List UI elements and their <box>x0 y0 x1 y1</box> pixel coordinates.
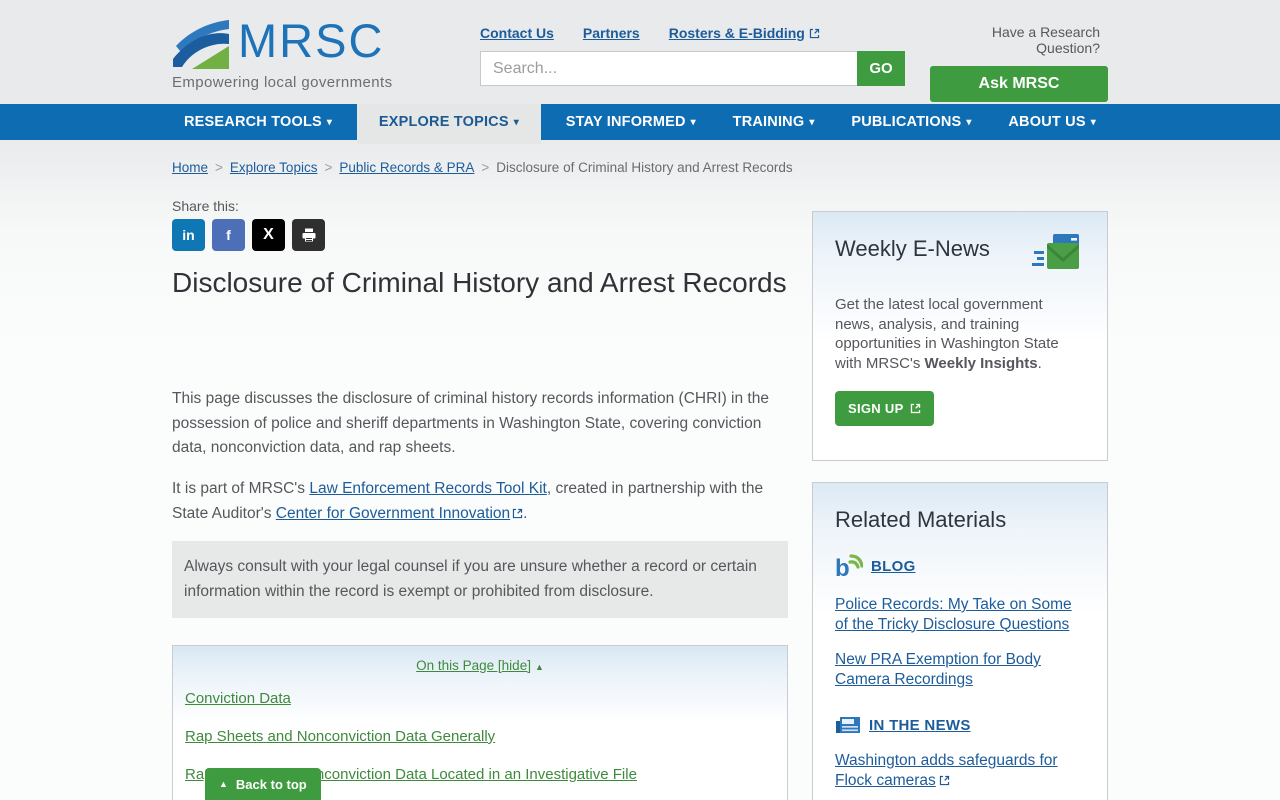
partners-link[interactable]: Partners <box>583 25 640 41</box>
nav-stay-informed[interactable]: STAY INFORMED ▾ <box>554 104 708 140</box>
toolkit-text: It is part of MRSC's <box>172 480 310 497</box>
breadcrumb-current: Disclosure of Criminal History and Arres… <box>496 160 793 175</box>
ask-mrsc-button[interactable]: Ask MRSC <box>930 66 1108 102</box>
email-icon <box>1032 234 1079 269</box>
site-search: GO <box>480 51 905 86</box>
facebook-icon: f <box>226 227 231 243</box>
related-blog-link-pra-exemption[interactable]: New PRA Exemption for Body Camera Record… <box>835 650 1085 689</box>
mrsc-logo[interactable]: MRSC Empowering local governments <box>172 13 392 91</box>
in-the-news-link[interactable]: IN THE NEWS <box>869 717 971 734</box>
toolkit-paragraph: It is part of MRSC's Law Enforcement Rec… <box>172 476 794 526</box>
nav-stay-informed-label: STAY INFORMED <box>565 114 686 130</box>
research-question-text: Have a Research Question? <box>991 24 1100 56</box>
caret-up-icon: ▲ <box>534 662 544 672</box>
linkedin-icon: in <box>182 227 195 243</box>
nav-training-label: TRAINING <box>732 114 805 130</box>
page-title: Disclosure of Criminal History and Arres… <box>172 267 787 298</box>
breadcrumb-explore-topics[interactable]: Explore Topics <box>230 160 318 175</box>
search-input[interactable] <box>480 51 857 86</box>
news-category-row: IN THE NEWS <box>835 715 1085 735</box>
partners-label: Partners <box>582 25 640 41</box>
external-link-icon <box>513 508 523 519</box>
news-link-flock-cameras[interactable]: Washington adds safeguards for Flock cam… <box>835 751 1085 790</box>
main-nav: RESEARCH TOOLS ▾ EXPLORE TOPICS ▾ STAY INF… <box>0 104 1280 144</box>
caret-up-icon: ▲ <box>219 779 228 789</box>
enews-title: Weekly E-News <box>835 236 990 261</box>
nav-publications[interactable]: PUBLICATIONS ▾ <box>839 104 983 140</box>
share-label: Share this: <box>172 198 239 214</box>
caret-down-icon: ▾ <box>809 117 815 128</box>
main-content: Home > Explore Topics > Public Records & PRA… <box>0 140 1280 800</box>
related-blog-link-police-records[interactable]: Police Records: My Take on Some of the T… <box>835 595 1085 634</box>
blog-link[interactable]: BLOG <box>871 558 916 575</box>
weekly-insights-name: Weekly Insights <box>924 354 1038 372</box>
related-materials-title: Related Materials <box>835 507 1007 532</box>
breadcrumb-home[interactable]: Home <box>172 160 208 175</box>
caret-down-icon: ▾ <box>690 117 696 128</box>
share-facebook-button[interactable]: f <box>212 219 245 251</box>
caret-down-icon: ▾ <box>966 117 972 128</box>
law-enforcement-toolkit-link[interactable]: Law Enforcement Records Tool Kit <box>309 480 547 497</box>
related-materials-box: Related Materials b BLOG Police Records:… <box>812 482 1108 800</box>
back-to-top-label: Back to top <box>235 776 307 792</box>
share-linkedin-button[interactable]: in <box>172 219 205 251</box>
nav-about-us-label: ABOUT US <box>1008 114 1086 130</box>
toc-hide-link[interactable]: On this Page [hide] <box>416 658 531 673</box>
mrsc-logo-icon <box>173 20 229 69</box>
toc-header: On this Page [hide] ▲ <box>185 658 775 673</box>
nav-training[interactable]: TRAINING ▾ <box>721 104 827 140</box>
breadcrumb-separator: > <box>215 160 223 175</box>
toc-link-rap-sheets-generally[interactable]: Rap Sheets and Nonconviction Data Genera… <box>185 728 495 745</box>
external-link-icon <box>939 775 949 785</box>
nav-explore-topics[interactable]: EXPLORE TOPICS ▾ <box>356 104 541 144</box>
legal-counsel-callout: Always consult with your legal counsel i… <box>172 541 788 618</box>
caret-down-icon: ▾ <box>326 117 333 128</box>
rosters-label: Rosters & E-Bidding <box>668 25 805 41</box>
search-go-button[interactable]: GO <box>857 51 905 86</box>
sign-up-button[interactable]: SIGN UP <box>835 391 934 426</box>
x-icon: X <box>263 226 274 243</box>
weekly-enews-box: Weekly E-News Get the latest local gover… <box>812 211 1108 461</box>
nav-research-tools-label: RESEARCH TOOLS <box>184 114 322 130</box>
rosters-ebidding-link[interactable]: Rosters & E-Bidding <box>669 25 820 41</box>
page: MRSC Empowering local governments Contac… <box>0 0 1280 800</box>
center-government-innovation-link[interactable]: Center for Government Innovation <box>276 505 510 522</box>
breadcrumb-separator: > <box>324 160 333 175</box>
utility-nav: Contact Us Partners Rosters & E-Bidding <box>480 25 820 41</box>
contact-us-link[interactable]: Contact Us <box>480 25 554 41</box>
back-to-top-button[interactable]: ▲ Back to top <box>205 768 321 800</box>
enews-text: . <box>1037 354 1042 372</box>
contact-us-label: Contact Us <box>480 25 554 41</box>
breadcrumb: Home > Explore Topics > Public Records & PRA… <box>172 160 793 175</box>
print-icon <box>302 228 315 242</box>
nav-publications-label: PUBLICATIONS <box>851 114 962 130</box>
enews-description: Get the latest local government news, an… <box>835 295 1085 373</box>
blog-icon: b <box>835 554 863 579</box>
svg-text:b: b <box>835 555 850 579</box>
external-link-icon <box>809 28 819 38</box>
toolkit-text: . <box>523 505 528 522</box>
caret-down-icon: ▾ <box>1090 117 1096 128</box>
nav-about-us[interactable]: ABOUT US ▾ <box>996 104 1108 140</box>
site-header: MRSC Empowering local governments Contac… <box>0 0 1280 104</box>
sign-up-label: SIGN UP <box>848 401 904 416</box>
toc-link-conviction-data[interactable]: Conviction Data <box>185 690 291 707</box>
share-buttons: in f X <box>172 219 325 251</box>
news-icon <box>836 717 860 733</box>
brand-name: MRSC <box>238 14 385 67</box>
blog-category-row: b BLOG <box>835 553 1085 579</box>
caret-down-icon: ▾ <box>513 117 519 128</box>
breadcrumb-public-records[interactable]: Public Records & PRA <box>339 160 474 175</box>
breadcrumb-separator: > <box>481 160 490 175</box>
nav-explore-topics-label: EXPLORE TOPICS <box>378 114 509 130</box>
brand-tagline: Empowering local governments <box>172 74 393 91</box>
ask-mrsc-block: Have a Research Question? Ask MRSC <box>930 24 1108 102</box>
nav-research-tools[interactable]: RESEARCH TOOLS ▾ <box>172 104 344 140</box>
share-x-button[interactable]: X <box>252 219 285 251</box>
share-print-button[interactable] <box>292 219 325 251</box>
external-link-icon <box>910 403 920 414</box>
intro-paragraph: This page discusses the disclosure of cr… <box>172 390 769 456</box>
